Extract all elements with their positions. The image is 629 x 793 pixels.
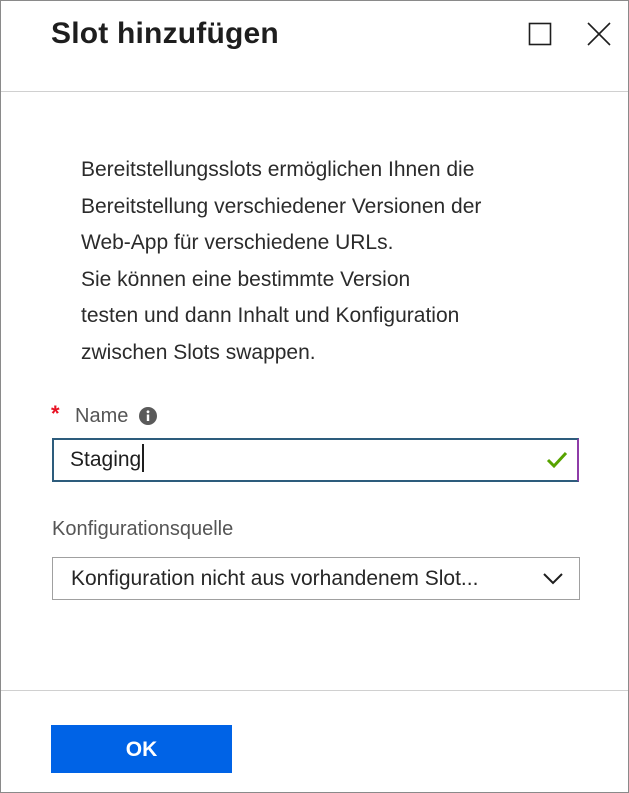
name-label-row: * Name [51,401,158,430]
blade-title: Slot hinzufügen [51,17,279,50]
checkmark-icon [546,451,568,469]
description-line: Bereitstellung verschiedener Versionen d… [81,194,482,218]
description-line: Bereitstellungsslots ermöglichen Ihnen d… [81,158,475,181]
description-text: Bereitstellungsslots ermöglichen Ihnen d… [81,152,581,371]
description-line: testen und dann Inhalt und Konfiguration [81,304,460,327]
close-icon [587,22,611,46]
description-line: Sie können eine bestimmte Version [81,267,411,291]
description-line: Web-App für verschiedene URLs. [81,231,394,254]
config-source-dropdown[interactable]: Konfiguration nicht aus vorhandenem Slot… [52,557,580,600]
name-label: Name [75,404,129,427]
ok-button[interactable]: OK [51,725,232,773]
blade-header: Slot hinzufügen [1,1,628,92]
config-source-label: Konfigurationsquelle [52,518,234,540]
required-marker: * [51,401,60,426]
close-button[interactable] [584,19,614,49]
info-icon[interactable] [138,406,158,426]
add-slot-blade: Slot hinzufügen Bereitstellungsslots erm… [0,0,629,793]
blade-footer: OK [1,690,628,793]
maximize-icon [528,22,552,46]
text-caret [142,444,145,473]
maximize-button[interactable] [525,19,555,49]
chevron-down-icon [543,573,563,585]
name-input-value: Staging [70,448,142,471]
name-input[interactable]: Staging [52,438,579,482]
description-line: zwischen Slots swappen. [81,340,316,364]
config-source-selected: Konfiguration nicht aus vorhandenem Slot… [71,567,479,590]
